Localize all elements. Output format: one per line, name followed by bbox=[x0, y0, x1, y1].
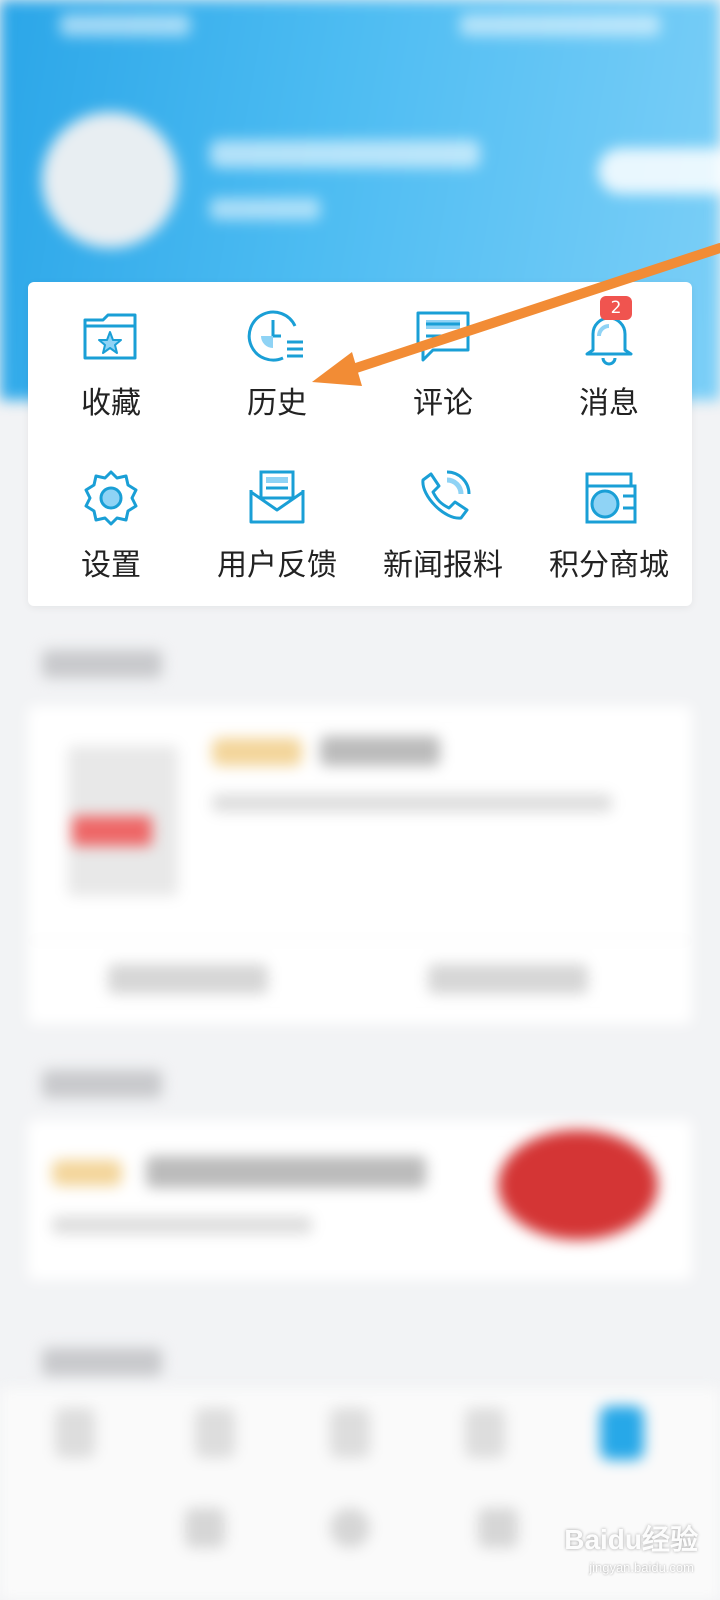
menu-item-news-tip[interactable]: 新闻报料 bbox=[360, 444, 526, 594]
message-badge: 2 bbox=[600, 296, 632, 320]
avatar[interactable] bbox=[42, 112, 178, 248]
menu-label-messages: 消息 bbox=[579, 386, 639, 421]
menu-label-news-tip: 新闻报料 bbox=[383, 548, 503, 583]
menu-item-points-mall[interactable]: 积分商城 bbox=[526, 444, 692, 594]
menu-item-comments[interactable]: 评论 bbox=[360, 282, 526, 432]
baidu-watermark-url: jingyan.baidu.com bbox=[589, 1560, 694, 1575]
menu-label-points-mall: 积分商城 bbox=[549, 548, 669, 583]
section-title bbox=[42, 1348, 162, 1376]
favorites-folder-icon bbox=[83, 313, 137, 360]
status-bar-left bbox=[60, 14, 190, 36]
menu-label-settings: 设置 bbox=[81, 548, 141, 583]
section-title bbox=[42, 650, 162, 678]
username[interactable] bbox=[210, 140, 480, 168]
bottom-navigation[interactable] bbox=[0, 1388, 720, 1488]
menu-item-feedback[interactable]: 用户反馈 bbox=[194, 444, 360, 594]
menu-card: 收藏 历史 评论 消息 设置 用户反馈 新闻报料 积分商城 bbox=[28, 282, 692, 606]
menu-label-feedback: 用户反馈 bbox=[217, 548, 337, 583]
baidu-watermark: Baidu经验 bbox=[564, 1524, 698, 1555]
history-clock-icon bbox=[247, 310, 303, 362]
service-card[interactable] bbox=[28, 706, 692, 1024]
comment-icon bbox=[416, 311, 470, 362]
menu-item-favorites[interactable]: 收藏 bbox=[28, 282, 194, 432]
feedback-envelope-icon bbox=[249, 470, 305, 524]
phone-tip-icon bbox=[421, 470, 471, 520]
menu-label-comments: 评论 bbox=[413, 386, 473, 421]
menu-label-history: 历史 bbox=[247, 386, 307, 421]
menu-item-settings[interactable]: 设置 bbox=[28, 444, 194, 594]
article-card[interactable] bbox=[28, 1120, 692, 1280]
points-mall-icon bbox=[585, 472, 637, 524]
sign-in-button[interactable] bbox=[598, 148, 720, 194]
menu-item-history[interactable]: 历史 bbox=[194, 282, 360, 432]
section-title bbox=[42, 1070, 162, 1098]
user-level bbox=[210, 198, 320, 220]
menu-label-favorites: 收藏 bbox=[81, 386, 141, 421]
status-bar-right bbox=[460, 14, 660, 36]
gear-icon bbox=[84, 470, 138, 526]
